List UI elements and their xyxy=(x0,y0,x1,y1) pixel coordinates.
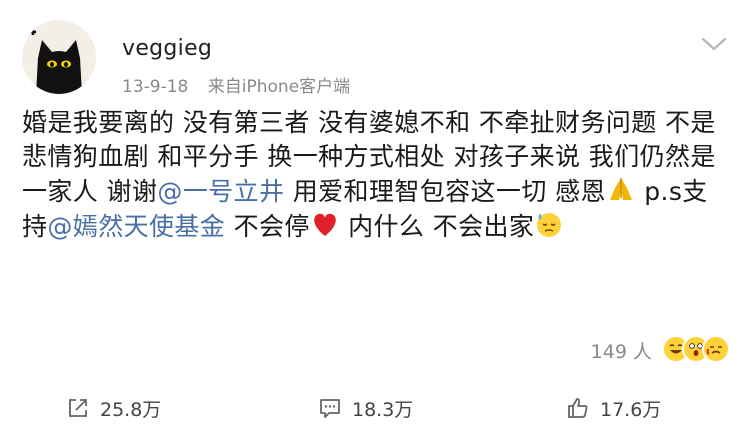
mention-link[interactable]: @嫣然天使基金 xyxy=(47,212,225,241)
folded-hands-emoji-icon xyxy=(609,178,632,200)
chevron-down-icon[interactable] xyxy=(700,34,728,54)
comment-button[interactable]: 18.3万 xyxy=(318,392,413,424)
post-date: 13-9-18 xyxy=(122,77,189,97)
sweat-face-emoji-icon xyxy=(537,213,562,237)
username[interactable]: veggieg xyxy=(122,36,212,61)
thumbs-up-icon xyxy=(568,398,588,418)
avatar[interactable] xyxy=(22,20,96,94)
reactions-group[interactable] xyxy=(662,335,732,365)
likes-number: 149 xyxy=(590,340,627,363)
repost-count: 25.8万 xyxy=(100,398,162,421)
mention-link[interactable]: @一号立井 xyxy=(157,177,284,206)
comment-count: 18.3万 xyxy=(352,398,414,421)
likes-count: 149 人 xyxy=(591,337,652,364)
post-source: 来自iPhone客户端 xyxy=(207,77,351,97)
like-count: 17.6万 xyxy=(600,398,662,421)
crying-face-icon xyxy=(702,335,730,363)
likes-row: 149 人 xyxy=(591,332,732,368)
red-heart-emoji-icon xyxy=(314,213,336,236)
post-text: 内什么 不会出家 xyxy=(339,212,535,241)
action-bar: 25.8万 18.3万 17.6万 xyxy=(0,392,750,424)
post-header: veggieg 13-9-18 来自iPhone客户端 xyxy=(22,16,728,97)
likes-unit: 人 xyxy=(632,340,652,363)
black-cat-avatar-icon xyxy=(22,20,96,94)
comment-icon xyxy=(320,399,340,418)
like-button[interactable]: 17.6万 xyxy=(566,392,661,424)
repost-button[interactable]: 25.8万 xyxy=(66,392,161,424)
share-icon xyxy=(69,399,87,417)
post-text: 用爱和理智包容这一切 感恩 xyxy=(284,177,606,206)
post-meta: 13-9-18 来自iPhone客户端 xyxy=(122,72,350,97)
post-text: 不会停 xyxy=(225,212,310,241)
post-body: 婚是我要离的 没有第三者 没有婆媳不和 不牵扯财务问题 不是悲情狗血剧 和平分手… xyxy=(22,106,722,244)
